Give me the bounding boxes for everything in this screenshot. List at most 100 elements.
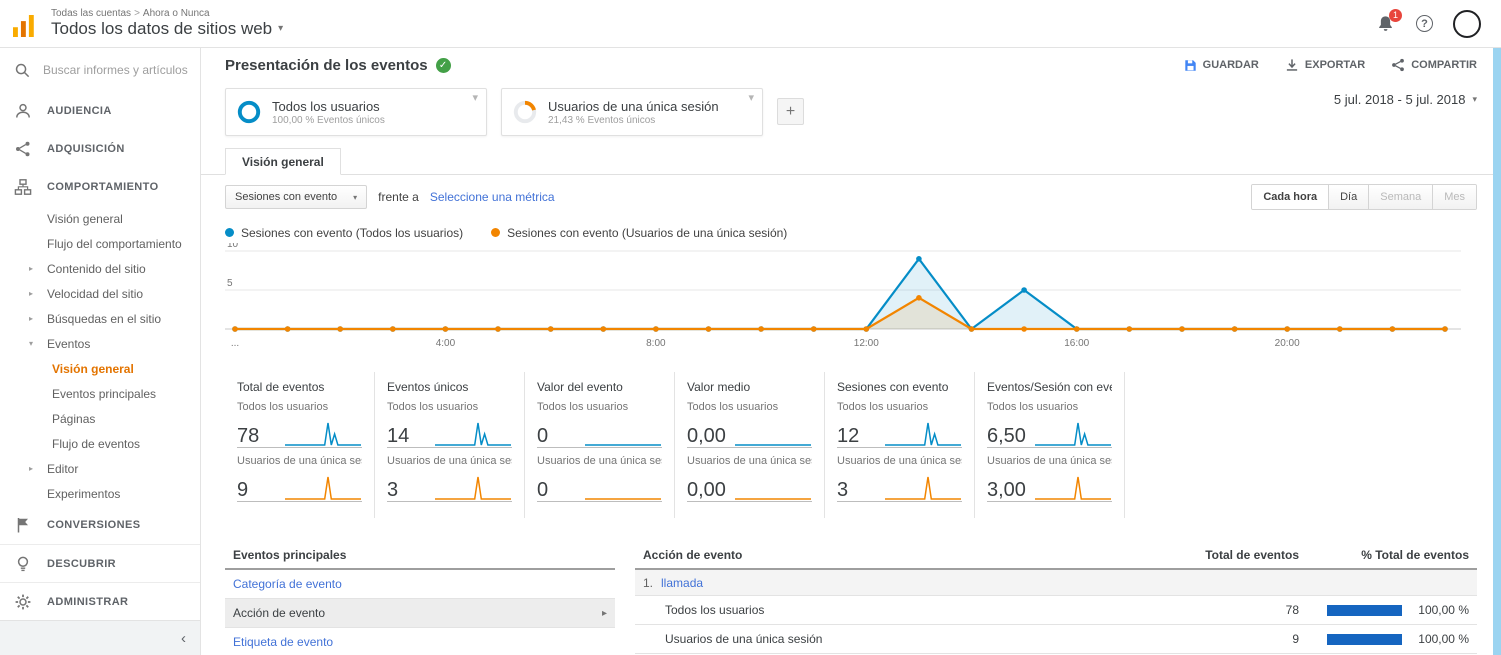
table-row: Todos los usuarios 78 100,00 % xyxy=(635,596,1477,625)
sidebar-item-eventos-vision-general[interactable]: Visión general xyxy=(0,356,200,381)
dimension-row-etiqueta[interactable]: Etiqueta de evento xyxy=(225,628,615,655)
event-action-link[interactable]: llamada xyxy=(661,576,703,590)
add-segment-button[interactable]: + xyxy=(777,98,804,125)
svg-text:...: ... xyxy=(231,338,239,349)
chevron-down-icon[interactable]: ▾ xyxy=(748,91,754,104)
sidebar-item-flujo-comportamiento[interactable]: Flujo del comportamiento xyxy=(0,231,200,256)
view-title: Todos los datos de sitios web xyxy=(51,19,272,39)
caret-right-icon: ▸ xyxy=(29,264,33,273)
sidebar-item-label: CONVERSIONES xyxy=(47,519,140,531)
select-metric-link[interactable]: Seleccione una métrica xyxy=(430,190,555,204)
search-icon xyxy=(13,61,31,79)
segment-card-single-session-users[interactable]: Usuarios de una única sesión 21,43 % Eve… xyxy=(501,88,763,136)
granularity-month-button: Mes xyxy=(1432,185,1476,209)
sidebar-search[interactable] xyxy=(0,48,200,92)
tab-vision-general[interactable]: Visión general xyxy=(225,148,341,175)
table-row: Usuarios de una única sesión 9 100,00 % xyxy=(635,625,1477,654)
verified-check-icon: ✓ xyxy=(436,58,451,73)
view-selector[interactable]: Todos los datos de sitios web ▾ xyxy=(51,19,283,39)
collapse-sidebar-button[interactable]: ‹ xyxy=(181,630,186,647)
account-title-block: Todas las cuentas>Ahora o Nunca Todos lo… xyxy=(51,8,283,39)
metric-card-total-eventos[interactable]: Total de eventos Todos los usuarios 78 U… xyxy=(225,372,375,518)
svg-text:5: 5 xyxy=(227,278,233,289)
table-group-row[interactable]: 1. llamada xyxy=(635,570,1477,596)
metric-card-eventos-por-sesion[interactable]: Eventos/Sesión con evento Todos los usua… xyxy=(975,372,1125,518)
date-range-text: 5 jul. 2018 - 5 jul. 2018 xyxy=(1334,92,1466,107)
sidebar-item-paginas[interactable]: Páginas xyxy=(0,406,200,431)
sidebar-item-comportamiento[interactable]: COMPORTAMIENTO xyxy=(0,168,200,206)
sidebar-footer: ‹ xyxy=(0,620,200,655)
sidebar-item-flujo-eventos[interactable]: Flujo de eventos xyxy=(0,431,200,456)
dimension-row-accion[interactable]: Acción de evento ▸ xyxy=(225,599,615,628)
chart-area: 510...4:008:0012:0016:0020:00 xyxy=(201,241,1501,364)
segment-detail: 100,00 % Eventos únicos xyxy=(272,115,385,126)
sidebar-item-busquedas-sitio[interactable]: ▸ Búsquedas en el sitio xyxy=(0,306,200,331)
export-button[interactable]: EXPORTAR xyxy=(1285,58,1365,72)
accion-de-evento-table: Acción de evento Total de eventos % Tota… xyxy=(635,544,1477,655)
sidebar-item-administrar[interactable]: ADMINISTRAR xyxy=(0,582,200,620)
granularity-week-button: Semana xyxy=(1368,185,1432,209)
search-input[interactable] xyxy=(43,63,191,77)
chevron-down-icon[interactable]: ▾ xyxy=(472,91,478,104)
sparkline-blue xyxy=(1034,419,1112,447)
vertical-scrollbar[interactable] xyxy=(1493,48,1501,655)
analytics-logo-icon[interactable] xyxy=(13,11,39,37)
events-line-chart[interactable]: 510...4:008:0012:0016:0020:00 xyxy=(225,243,1461,355)
sidebar-item-eventos[interactable]: ▾ Eventos xyxy=(0,331,200,356)
share-icon xyxy=(1391,58,1405,72)
sidebar-item-audiencia[interactable]: AUDIENCIA xyxy=(0,92,200,130)
help-button[interactable]: ? xyxy=(1416,15,1433,32)
share-button[interactable]: COMPARTIR xyxy=(1391,58,1477,72)
page-title: Presentación de los eventos xyxy=(225,57,428,74)
caret-right-icon: ▸ xyxy=(29,314,33,323)
breadcrumb[interactable]: Todas las cuentas>Ahora o Nunca xyxy=(51,8,283,20)
chart-legend: Sesiones con evento (Todos los usuarios)… xyxy=(201,219,1501,241)
save-icon xyxy=(1184,59,1197,72)
breadcrumb-accounts[interactable]: Todas las cuentas xyxy=(51,8,131,19)
notifications-button[interactable]: 1 xyxy=(1376,14,1396,34)
save-button[interactable]: GUARDAR xyxy=(1184,58,1259,72)
svg-text:10: 10 xyxy=(227,243,239,250)
percent-bar-fill xyxy=(1327,634,1402,645)
main-content: Presentación de los eventos ✓ GUARDAR xyxy=(201,48,1501,655)
layout: AUDIENCIA ADQUISICIÓN xyxy=(0,48,1501,655)
sparkline-blue xyxy=(734,419,812,447)
account-avatar[interactable] xyxy=(1453,10,1481,38)
sidebar-item-contenido-sitio[interactable]: ▸ Contenido del sitio xyxy=(0,256,200,281)
percent-bar-fill xyxy=(1327,605,1402,616)
metric-card-valor-medio[interactable]: Valor medio Todos los usuarios 0,00 Usua… xyxy=(675,372,825,518)
flowchart-icon xyxy=(14,178,32,196)
metric-card-valor-evento[interactable]: Valor del evento Todos los usuarios 0 Us… xyxy=(525,372,675,518)
sidebar-item-velocidad-sitio[interactable]: ▸ Velocidad del sitio xyxy=(0,281,200,306)
sidebar-item-label: DESCUBRIR xyxy=(47,558,116,570)
granularity-hourly-button[interactable]: Cada hora xyxy=(1252,185,1328,209)
sidebar-item-editor[interactable]: ▸ Editor xyxy=(0,456,200,481)
sidebar-item-vision-general[interactable]: Visión general xyxy=(0,206,200,231)
person-icon xyxy=(14,102,32,120)
metric-card-sesiones-con-evento[interactable]: Sesiones con evento Todos los usuarios 1… xyxy=(825,372,975,518)
date-range-selector[interactable]: 5 jul. 2018 - 5 jul. 2018 ▾ xyxy=(1334,92,1477,107)
dimension-row-categoria[interactable]: Categoría de evento xyxy=(225,570,615,599)
sparkline-orange xyxy=(884,473,962,501)
sidebar-item-descubrir[interactable]: DESCUBRIR xyxy=(0,544,200,582)
sidebar-item-experimentos[interactable]: Experimentos xyxy=(0,481,200,506)
segment-card-all-users[interactable]: Todos los usuarios 100,00 % Eventos únic… xyxy=(225,88,487,136)
sidebar-item-adquisicion[interactable]: ADQUISICIÓN xyxy=(0,130,200,168)
sparkline-orange xyxy=(734,473,812,501)
gear-icon xyxy=(14,593,32,611)
sidebar-item-conversiones[interactable]: CONVERSIONES xyxy=(0,506,200,544)
metric-card-eventos-unicos[interactable]: Eventos únicos Todos los usuarios 14 Usu… xyxy=(375,372,525,518)
caret-down-icon: ▾ xyxy=(29,339,33,348)
versus-label: frente a xyxy=(378,190,419,204)
lightbulb-icon xyxy=(14,555,32,573)
sidebar-item-label: COMPORTAMIENTO xyxy=(47,181,159,193)
breadcrumb-property[interactable]: Ahora o Nunca xyxy=(143,8,210,19)
sidebar-item-label: AUDIENCIA xyxy=(47,105,112,117)
sidebar-item-eventos-principales[interactable]: Eventos principales xyxy=(0,381,200,406)
metric-cards-row: Total de eventos Todos los usuarios 78 U… xyxy=(225,372,1477,518)
segments-row: Todos los usuarios 100,00 % Eventos únic… xyxy=(201,82,1501,148)
granularity-day-button[interactable]: Día xyxy=(1328,185,1368,209)
metric-select-dropdown[interactable]: Sesiones con evento ▾ xyxy=(225,185,367,209)
percent-bar xyxy=(1327,605,1402,616)
breadcrumb-separator-icon: > xyxy=(134,8,140,19)
